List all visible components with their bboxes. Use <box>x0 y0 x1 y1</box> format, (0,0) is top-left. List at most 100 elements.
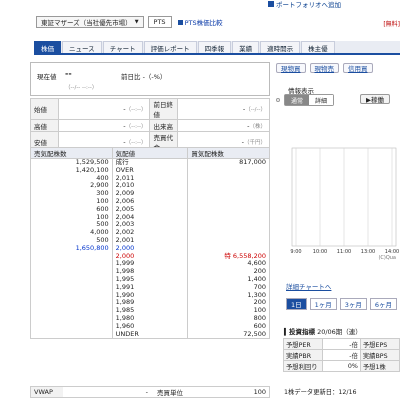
run-button[interactable]: ▶稼働 <box>360 94 390 104</box>
trading-unit-label: 売買単位 <box>157 389 183 397</box>
order-book-row: 1,529,500 成行 817,000 <box>30 158 270 167</box>
sell-qty-cell[interactable] <box>30 330 113 340</box>
price-time: （--/-- --:--） <box>65 85 98 91</box>
sell-qty-header: 売気配株数 <box>30 147 113 159</box>
pts-compare-label: PTS株価比較 <box>184 19 223 27</box>
order-book-row: 500 2,001 <box>30 236 270 245</box>
order-book-row: 1,960 600 <box>30 322 270 331</box>
current-price-box: 現在値 -- 前日比 -（-%） （--/-- --:--） <box>30 62 270 96</box>
order-book-row: 1,989 200 <box>30 299 270 308</box>
range-button-2[interactable]: 3ヶ月 <box>339 298 367 310</box>
buy-qty-cell[interactable] <box>187 166 270 175</box>
sell-qty-cell[interactable] <box>30 322 113 331</box>
tab-7[interactable]: 株主優 <box>301 41 335 53</box>
range-button-3[interactable]: 6ヶ月 <box>369 298 398 310</box>
sell-qty-cell[interactable] <box>30 314 113 323</box>
order-book-row: 1,420,100 OVER <box>30 166 270 175</box>
order-book-row: 300 2,009 <box>30 189 270 198</box>
sell-qty-cell[interactable] <box>30 268 113 276</box>
order-book-header-row: 売気配株数 気配値 買気配株数 <box>30 147 270 159</box>
indicator-value: 0% <box>322 360 361 372</box>
price-change: 前日比 -（-%） <box>121 73 167 81</box>
indicator-label: 予想利回り <box>282 360 324 372</box>
buy-qty-cell[interactable] <box>187 197 270 206</box>
add-to-portfolio-button[interactable]: ポートフォリオへ追加 <box>268 0 341 9</box>
detail-chart-link[interactable]: 詳細チャートへ <box>286 281 331 291</box>
summary-value-unit: （千円） <box>243 140 266 146</box>
range-button-0[interactable]: 1日 <box>286 298 307 310</box>
vwap-value: - <box>145 388 148 396</box>
pts-button[interactable]: PTS <box>147 16 172 28</box>
market-select-value: 東証マザーズ（当社優先市場） <box>41 19 132 27</box>
sell-qty-cell[interactable]: 1,650,800 <box>30 244 113 253</box>
summary-row: 高値 -（--:--） 出来高 -（株） <box>30 119 270 132</box>
sell-qty-cell[interactable] <box>30 275 113 284</box>
order-book-row: 1,985 100 <box>30 306 270 315</box>
range-button-1[interactable]: 1ヶ月 <box>309 298 337 310</box>
chevron-down-icon: ▼ <box>134 19 139 25</box>
intraday-chart: 9:00 10:00 11:00 13:00 14:00(C)Qua <box>290 147 399 260</box>
sell-qty-cell[interactable] <box>30 260 113 269</box>
indicator-label: 予想EPS <box>359 338 400 350</box>
current-price-label: 現在値 <box>37 73 57 81</box>
x-tick-label: 10:00 <box>313 249 327 255</box>
vwap-row: VWAP - 売買単位 100 <box>30 386 270 398</box>
indicator-value: -倍 <box>322 349 361 361</box>
top-bar: ポートフォリオへ追加 <box>0 0 400 14</box>
tab-4[interactable]: 四季報 <box>197 41 232 53</box>
add-to-portfolio-label: ポートフォリオへ追加 <box>276 0 341 9</box>
summary-value-unit: （--/--） <box>245 107 266 113</box>
summary-value-unit: （株） <box>249 123 266 130</box>
tab-2[interactable]: チャート <box>102 41 143 53</box>
x-tick-label: 11:00 <box>337 249 351 255</box>
sell-qty-cell[interactable] <box>30 299 113 308</box>
trade-buttons: 現物買 現物売 信用買 <box>276 63 373 73</box>
tab-0[interactable]: 株価 <box>34 41 61 53</box>
order-book-row: UNDER 72,500 <box>30 330 270 340</box>
info-display-box: 情報表示 通常 詳細 ▶稼働 <box>276 83 400 113</box>
indicators-table: 予想PER -倍 予想EPS 実績PBR -倍 実績BPS 予想利回り 0% 予想1株 <box>282 338 400 372</box>
tab-6[interactable]: 適時開示 <box>260 41 301 53</box>
indicator-row: 実績PBR -倍 実績BPS <box>282 349 400 361</box>
buy-qty-cell[interactable] <box>187 236 270 245</box>
margin-buy-button[interactable]: 信用買 <box>343 63 373 73</box>
buy-qty-cell[interactable] <box>187 213 270 222</box>
market-select[interactable]: 東証マザーズ（当社優先市場） ▼ <box>36 16 144 28</box>
summary-row: 始値 -（--:--） 前日終値 -（--/--） <box>30 98 270 120</box>
order-book-row: 600 2,005 <box>30 205 270 214</box>
tab-5[interactable]: 業績 <box>232 41 260 53</box>
buy-qty-cell[interactable] <box>187 205 270 214</box>
trading-unit-value: 100 <box>253 388 266 396</box>
cash-buy-button[interactable]: 現物買 <box>276 63 306 73</box>
buy-qty-cell[interactable]: 72,500 <box>187 330 270 340</box>
tab-1[interactable]: ニュース <box>62 41 102 53</box>
buy-qty-cell[interactable] <box>187 190 270 198</box>
sell-qty-cell[interactable] <box>30 291 113 300</box>
detail-mode-option[interactable]: 詳細 <box>309 95 334 105</box>
buy-qty-cell[interactable] <box>187 221 270 230</box>
buy-qty-cell[interactable] <box>187 182 270 191</box>
summary-label: 前日終値 <box>149 98 179 120</box>
pts-compare-link[interactable]: PTS株価比較 <box>177 17 223 27</box>
summary-value-time: （--:--） <box>125 123 147 130</box>
sell-qty-cell[interactable] <box>30 252 113 261</box>
summary-value: -（--:--） <box>57 98 151 120</box>
chart-range-buttons: 1日 1ヶ月 3ヶ月 6ヶ月 <box>286 298 398 310</box>
vwap-label: VWAP <box>31 387 63 397</box>
normal-mode-option[interactable]: 通常 <box>285 95 310 105</box>
buy-qty-cell[interactable]: 817,000 <box>187 158 270 167</box>
tab-3[interactable]: 評価レポート <box>143 41 197 53</box>
current-price-value: -- <box>65 69 72 78</box>
cash-sell-button[interactable]: 現物売 <box>309 63 339 73</box>
price-cell[interactable]: UNDER <box>111 330 189 340</box>
x-tick-label: 13:00 <box>361 249 375 255</box>
market-row: 東証マザーズ（当社優先市場） ▼ PTS PTS株価比較 <box>36 16 223 28</box>
buy-qty-cell[interactable] <box>187 229 270 237</box>
sell-qty-cell[interactable] <box>30 283 113 292</box>
sell-qty-cell[interactable] <box>30 307 113 315</box>
indicator-label: 予想PER <box>282 338 324 350</box>
main-tabs: 株価 ニュース チャート 評価レポート 四季報 業績 適時開示 株主優 <box>34 41 400 55</box>
order-book-row: 1,999 4,600 <box>30 260 270 269</box>
indicator-label: 実績BPS <box>359 349 400 361</box>
buy-qty-cell[interactable] <box>187 174 270 183</box>
